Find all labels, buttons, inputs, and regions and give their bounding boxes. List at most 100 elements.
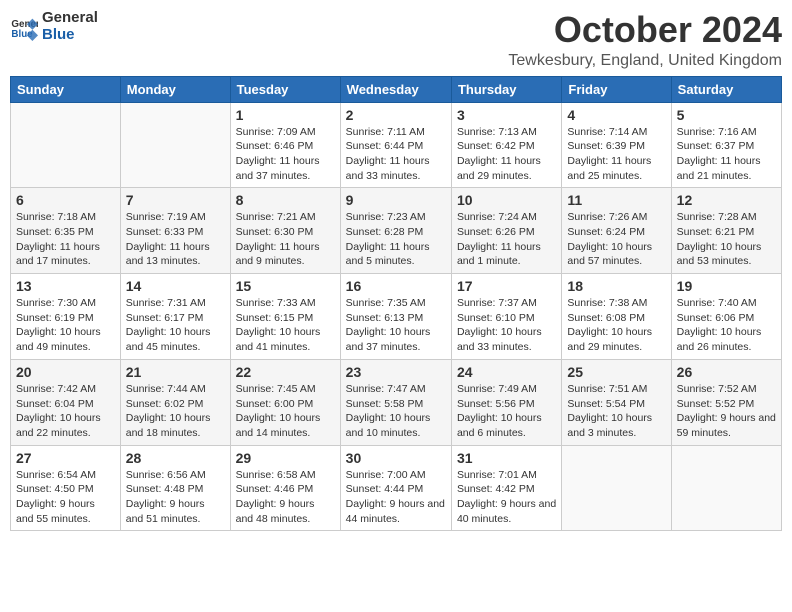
day-number: 20 bbox=[16, 364, 115, 380]
day-info: Sunrise: 7:31 AM Sunset: 6:17 PM Dayligh… bbox=[126, 296, 225, 355]
day-info: Sunrise: 7:14 AM Sunset: 6:39 PM Dayligh… bbox=[567, 125, 665, 184]
column-header-monday: Monday bbox=[120, 76, 230, 102]
day-info: Sunrise: 7:24 AM Sunset: 6:26 PM Dayligh… bbox=[457, 210, 556, 269]
column-header-saturday: Saturday bbox=[671, 76, 781, 102]
day-info: Sunrise: 7:28 AM Sunset: 6:21 PM Dayligh… bbox=[677, 210, 776, 269]
day-number: 6 bbox=[16, 192, 115, 208]
calendar-cell: 20 Sunrise: 7:42 AM Sunset: 6:04 PM Dayli… bbox=[11, 359, 121, 445]
day-info: Sunrise: 7:30 AM Sunset: 6:19 PM Dayligh… bbox=[16, 296, 115, 355]
calendar-cell: 10 Sunrise: 7:24 AM Sunset: 6:26 PM Dayli… bbox=[451, 188, 561, 274]
day-number: 1 bbox=[236, 107, 335, 123]
day-info: Sunrise: 7:45 AM Sunset: 6:00 PM Dayligh… bbox=[236, 382, 335, 441]
day-number: 29 bbox=[236, 450, 335, 466]
calendar-cell: 23Sunrise: 7:47 AM Sunset: 5:58 PM Dayli… bbox=[340, 359, 451, 445]
day-number: 18 bbox=[567, 278, 665, 294]
calendar-cell: 17 Sunrise: 7:37 AM Sunset: 6:10 PM Dayli… bbox=[451, 274, 561, 360]
day-info: Sunrise: 7:40 AM Sunset: 6:06 PM Dayligh… bbox=[677, 296, 776, 355]
column-header-friday: Friday bbox=[562, 76, 671, 102]
day-info: Sunrise: 7:18 AM Sunset: 6:35 PM Dayligh… bbox=[16, 210, 115, 269]
calendar-cell bbox=[11, 102, 121, 188]
day-number: 27 bbox=[16, 450, 115, 466]
day-number: 4 bbox=[567, 107, 665, 123]
calendar-cell bbox=[120, 102, 230, 188]
day-number: 12 bbox=[677, 192, 776, 208]
calendar-cell: 16Sunrise: 7:35 AM Sunset: 6:13 PM Dayli… bbox=[340, 274, 451, 360]
logo-icon: General Blue bbox=[10, 13, 38, 41]
day-number: 11 bbox=[567, 192, 665, 208]
calendar-cell: 1 Sunrise: 7:09 AM Sunset: 6:46 PM Daylig… bbox=[230, 102, 340, 188]
day-number: 19 bbox=[677, 278, 776, 294]
day-info: Sunrise: 7:00 AM Sunset: 4:44 PM Dayligh… bbox=[346, 468, 446, 527]
day-info: Sunrise: 7:49 AM Sunset: 5:56 PM Dayligh… bbox=[457, 382, 556, 441]
day-number: 9 bbox=[346, 192, 446, 208]
calendar-week-1: 1 Sunrise: 7:09 AM Sunset: 6:46 PM Daylig… bbox=[11, 102, 782, 188]
day-info: Sunrise: 7:37 AM Sunset: 6:10 PM Dayligh… bbox=[457, 296, 556, 355]
day-number: 13 bbox=[16, 278, 115, 294]
day-info: Sunrise: 7:19 AM Sunset: 6:33 PM Dayligh… bbox=[126, 210, 225, 269]
title-area: October 2024 Tewkesbury, England, United… bbox=[508, 10, 782, 70]
day-number: 26 bbox=[677, 364, 776, 380]
calendar-cell: 12 Sunrise: 7:28 AM Sunset: 6:21 PM Dayli… bbox=[671, 188, 781, 274]
day-info: Sunrise: 6:54 AM Sunset: 4:50 PM Dayligh… bbox=[16, 468, 115, 527]
calendar-cell: 7 Sunrise: 7:19 AM Sunset: 6:33 PM Daylig… bbox=[120, 188, 230, 274]
day-info: Sunrise: 7:09 AM Sunset: 6:46 PM Dayligh… bbox=[236, 125, 335, 184]
calendar-week-2: 6 Sunrise: 7:18 AM Sunset: 6:35 PM Daylig… bbox=[11, 188, 782, 274]
day-number: 15 bbox=[236, 278, 335, 294]
calendar-cell: 19 Sunrise: 7:40 AM Sunset: 6:06 PM Dayli… bbox=[671, 274, 781, 360]
day-number: 21 bbox=[126, 364, 225, 380]
calendar-cell: 24Sunrise: 7:49 AM Sunset: 5:56 PM Dayli… bbox=[451, 359, 561, 445]
day-info: Sunrise: 7:23 AM Sunset: 6:28 PM Dayligh… bbox=[346, 210, 446, 269]
calendar-cell: 5 Sunrise: 7:16 AM Sunset: 6:37 PM Daylig… bbox=[671, 102, 781, 188]
page-header: General Blue General Blue October 2024 T… bbox=[10, 10, 782, 70]
day-number: 31 bbox=[457, 450, 556, 466]
day-number: 25 bbox=[567, 364, 665, 380]
calendar-week-3: 13 Sunrise: 7:30 AM Sunset: 6:19 PM Dayli… bbox=[11, 274, 782, 360]
day-info: Sunrise: 7:01 AM Sunset: 4:42 PM Dayligh… bbox=[457, 468, 556, 527]
column-header-sunday: Sunday bbox=[11, 76, 121, 102]
calendar-cell: 22 Sunrise: 7:45 AM Sunset: 6:00 PM Dayli… bbox=[230, 359, 340, 445]
logo: General Blue General Blue bbox=[10, 10, 98, 43]
day-number: 17 bbox=[457, 278, 556, 294]
day-number: 3 bbox=[457, 107, 556, 123]
day-info: Sunrise: 7:21 AM Sunset: 6:30 PM Dayligh… bbox=[236, 210, 335, 269]
calendar-cell bbox=[562, 445, 671, 531]
calendar-cell: 18 Sunrise: 7:38 AM Sunset: 6:08 PM Dayli… bbox=[562, 274, 671, 360]
day-info: Sunrise: 6:56 AM Sunset: 4:48 PM Dayligh… bbox=[126, 468, 225, 527]
location-title: Tewkesbury, England, United Kingdom bbox=[508, 52, 782, 70]
day-info: Sunrise: 7:11 AM Sunset: 6:44 PM Dayligh… bbox=[346, 125, 446, 184]
day-number: 16 bbox=[346, 278, 446, 294]
column-header-thursday: Thursday bbox=[451, 76, 561, 102]
calendar-cell: 14 Sunrise: 7:31 AM Sunset: 6:17 PM Dayli… bbox=[120, 274, 230, 360]
month-title: October 2024 bbox=[508, 10, 782, 50]
calendar-cell: 2Sunrise: 7:11 AM Sunset: 6:44 PM Daylig… bbox=[340, 102, 451, 188]
calendar-cell: 28 Sunrise: 6:56 AM Sunset: 4:48 PM Dayli… bbox=[120, 445, 230, 531]
day-number: 7 bbox=[126, 192, 225, 208]
calendar-cell: 25 Sunrise: 7:51 AM Sunset: 5:54 PM Dayli… bbox=[562, 359, 671, 445]
calendar-cell: 27 Sunrise: 6:54 AM Sunset: 4:50 PM Dayli… bbox=[11, 445, 121, 531]
calendar-cell: 26Sunrise: 7:52 AM Sunset: 5:52 PM Dayli… bbox=[671, 359, 781, 445]
day-number: 22 bbox=[236, 364, 335, 380]
day-number: 10 bbox=[457, 192, 556, 208]
calendar-cell: 3Sunrise: 7:13 AM Sunset: 6:42 PM Daylig… bbox=[451, 102, 561, 188]
day-number: 5 bbox=[677, 107, 776, 123]
calendar-week-4: 20 Sunrise: 7:42 AM Sunset: 6:04 PM Dayli… bbox=[11, 359, 782, 445]
column-header-wednesday: Wednesday bbox=[340, 76, 451, 102]
day-info: Sunrise: 7:51 AM Sunset: 5:54 PM Dayligh… bbox=[567, 382, 665, 441]
day-number: 28 bbox=[126, 450, 225, 466]
day-number: 14 bbox=[126, 278, 225, 294]
day-info: Sunrise: 7:26 AM Sunset: 6:24 PM Dayligh… bbox=[567, 210, 665, 269]
calendar-cell: 13 Sunrise: 7:30 AM Sunset: 6:19 PM Dayli… bbox=[11, 274, 121, 360]
calendar-cell: 15Sunrise: 7:33 AM Sunset: 6:15 PM Dayli… bbox=[230, 274, 340, 360]
day-info: Sunrise: 6:58 AM Sunset: 4:46 PM Dayligh… bbox=[236, 468, 335, 527]
calendar-cell bbox=[671, 445, 781, 531]
calendar-header: SundayMondayTuesdayWednesdayThursdayFrid… bbox=[11, 76, 782, 102]
day-info: Sunrise: 7:42 AM Sunset: 6:04 PM Dayligh… bbox=[16, 382, 115, 441]
calendar-week-5: 27 Sunrise: 6:54 AM Sunset: 4:50 PM Dayli… bbox=[11, 445, 782, 531]
logo-general: General bbox=[42, 10, 98, 27]
calendar-cell: 30 Sunrise: 7:00 AM Sunset: 4:44 PM Dayli… bbox=[340, 445, 451, 531]
calendar-cell: 6 Sunrise: 7:18 AM Sunset: 6:35 PM Daylig… bbox=[11, 188, 121, 274]
day-number: 30 bbox=[346, 450, 446, 466]
day-info: Sunrise: 7:16 AM Sunset: 6:37 PM Dayligh… bbox=[677, 125, 776, 184]
calendar-cell: 11 Sunrise: 7:26 AM Sunset: 6:24 PM Dayli… bbox=[562, 188, 671, 274]
day-info: Sunrise: 7:38 AM Sunset: 6:08 PM Dayligh… bbox=[567, 296, 665, 355]
